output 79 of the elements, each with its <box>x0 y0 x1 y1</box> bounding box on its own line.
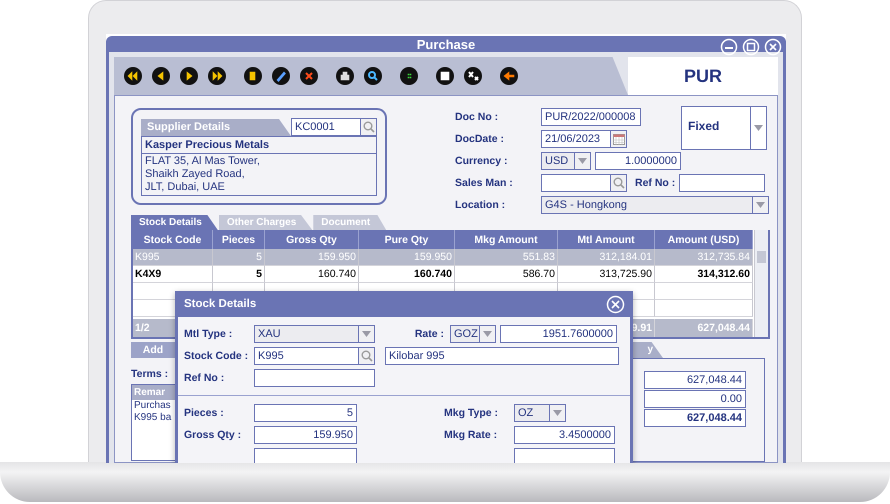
input-field[interactable] <box>514 448 615 463</box>
field-label: Mkg Type : <box>444 407 500 419</box>
dots-icon[interactable] <box>400 67 418 85</box>
table-cell[interactable]: 160.740 <box>359 266 455 283</box>
search-icon <box>360 350 372 362</box>
field-label: Rate : <box>414 328 444 340</box>
search-button[interactable] <box>611 174 627 192</box>
amount-field: 627,048.44 <box>644 409 746 427</box>
printer-icon[interactable] <box>336 67 354 85</box>
dropdown[interactable]: Fixed <box>681 106 767 150</box>
input-field[interactable]: 5 <box>254 404 357 422</box>
input-field[interactable] <box>254 369 375 387</box>
table-cell[interactable]: 5 <box>213 266 265 283</box>
search-icon[interactable] <box>364 67 382 85</box>
column-header: Amount (USD) <box>655 230 753 249</box>
clear-icon[interactable] <box>464 67 482 85</box>
table-cell[interactable]: 314,312.60 <box>655 266 753 283</box>
tab[interactable]: Stock Details <box>131 215 218 230</box>
caret-icon <box>483 331 492 337</box>
window-title: Purchase <box>416 36 476 52</box>
field-label: Terms : <box>131 368 170 380</box>
minimize-icon[interactable] <box>720 38 738 56</box>
search-icon <box>612 177 624 189</box>
input-field[interactable]: 1951.7600000 <box>500 325 617 343</box>
input-field[interactable]: K995 <box>254 347 359 365</box>
pen-icon[interactable] <box>272 67 290 85</box>
field-label: Mkg Rate : <box>444 429 498 441</box>
column-header: Pieces <box>213 230 265 249</box>
field-label: Gross Qty : <box>184 429 242 441</box>
field-label: Location : <box>455 199 506 211</box>
input-field[interactable] <box>541 174 611 192</box>
column-header: Mkg Amount <box>455 230 558 249</box>
input-field[interactable]: 1.0000000 <box>595 152 681 170</box>
table-cell[interactable]: K4X9 <box>133 266 213 283</box>
column-header: Stock Code <box>133 230 213 249</box>
dialog-title: Stock Details <box>184 298 256 310</box>
remarks-text: Purchas <box>133 400 172 412</box>
field-label: Doc No : <box>455 111 500 123</box>
document-icon[interactable] <box>244 67 262 85</box>
field-label: Sales Man : <box>455 177 514 189</box>
input-field[interactable]: Kilobar 995 <box>385 347 619 365</box>
caret-icon <box>362 331 371 337</box>
field-label: DocDate : <box>455 133 506 145</box>
supplier-name: Kasper Precious Metals <box>141 136 377 154</box>
document-code: PUR <box>684 66 722 86</box>
supplier-address: FLAT 35, Al Mas Tower, Shaikh Zayed Road, JLT, Dubai, UAE <box>141 154 377 196</box>
caret-icon <box>756 202 765 208</box>
dropdown[interactable]: OZ <box>514 404 646 422</box>
table-cell[interactable]: 586.70 <box>455 266 558 283</box>
input-field[interactable] <box>679 174 766 192</box>
field-label: Ref No : <box>635 177 676 189</box>
search-button[interactable] <box>361 118 377 136</box>
caret-icon <box>553 410 562 416</box>
field-label: Ref No : <box>184 372 226 384</box>
maximize-icon[interactable] <box>742 38 760 56</box>
input-field[interactable]: KC0001 <box>291 118 361 136</box>
calendar-icon[interactable] <box>611 130 627 148</box>
save-icon[interactable] <box>436 67 454 85</box>
field-label: Stock Code : <box>184 350 250 362</box>
input-field[interactable]: PUR/2022/000008 <box>541 108 641 126</box>
table-cell: 627,048.44 <box>655 319 753 337</box>
close-icon[interactable] <box>300 67 318 85</box>
table-cell[interactable]: 313,725.90 <box>558 266 655 283</box>
amount-field: 0.00 <box>644 390 746 408</box>
search-button[interactable] <box>359 347 375 365</box>
input-field[interactable]: 159.950 <box>254 426 357 444</box>
table-cell[interactable]: 160.740 <box>265 266 359 283</box>
amount-field: 627,048.44 <box>644 371 746 389</box>
caret-icon <box>754 125 763 131</box>
column-header: Mtl Amount <box>558 230 655 249</box>
field-label: Pieces : <box>184 407 225 419</box>
caret-icon <box>578 158 587 164</box>
field-label: Currency : <box>455 155 509 167</box>
column-header: Gross Qty <box>265 230 359 249</box>
column-header: Pure Qty <box>359 230 455 249</box>
search-icon <box>362 121 374 133</box>
input-field[interactable] <box>254 448 357 463</box>
input-field[interactable]: 3.4500000 <box>514 426 615 444</box>
input-field[interactable]: 21/06/2023 <box>541 130 611 148</box>
